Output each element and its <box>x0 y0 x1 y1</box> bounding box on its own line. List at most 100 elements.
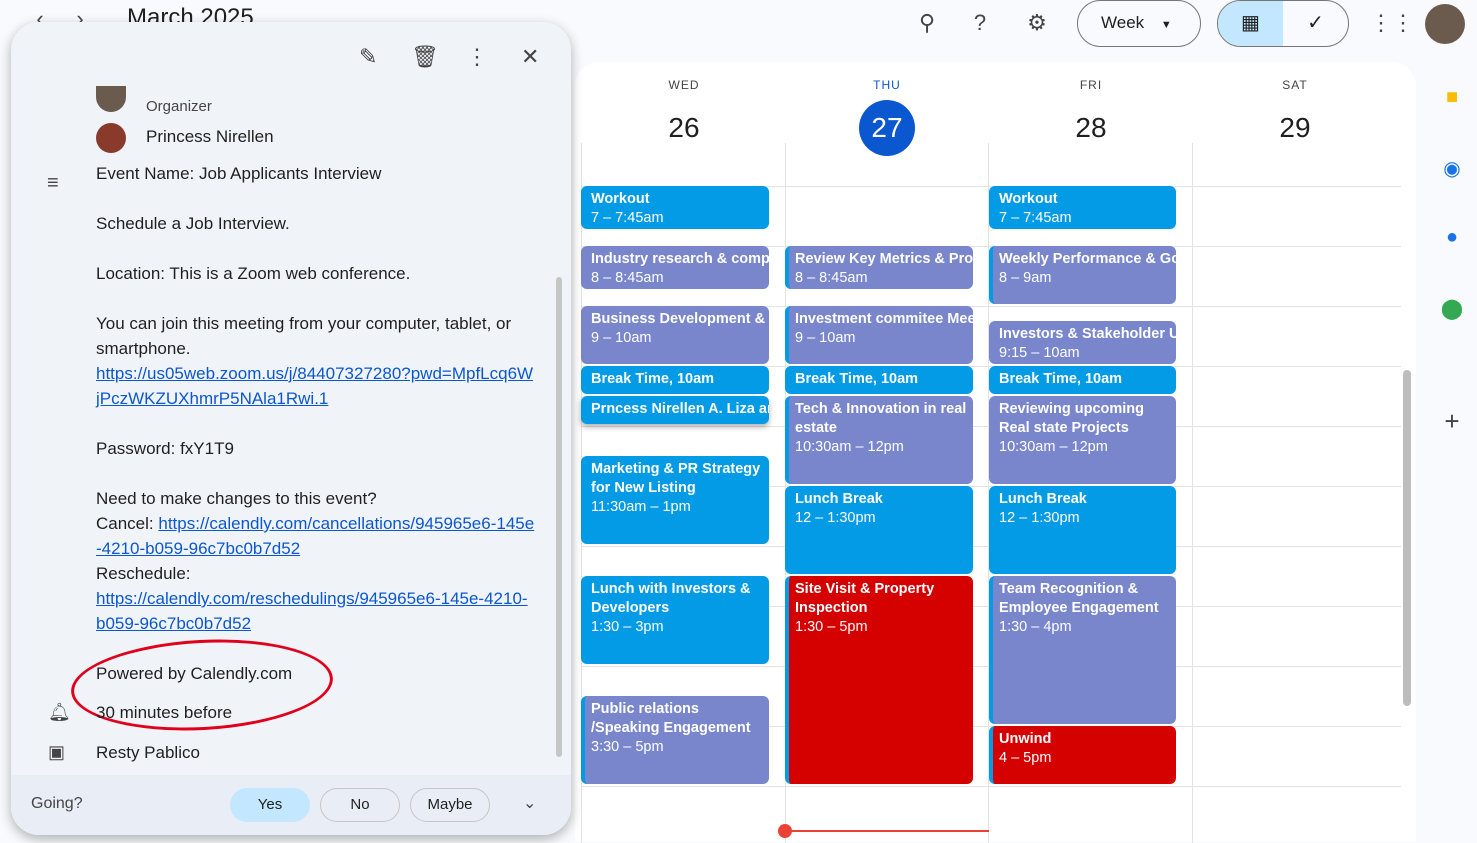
event-time: 1:30 – 4pm <box>999 619 1072 635</box>
organizer-avatar <box>96 86 126 112</box>
event-time: 4 – 5pm <box>999 750 1052 766</box>
desc-line: You can join this meeting from your comp… <box>96 314 512 358</box>
event-title: Investors & Stakeholder Updates <box>999 326 1176 342</box>
event-title: Break Time, 10am <box>795 371 919 387</box>
going-label: Going? <box>31 795 83 812</box>
current-time-dot <box>778 824 792 838</box>
event[interactable]: Public relations /Speaking Engagement 3:3… <box>581 696 769 784</box>
event-title: Team Recognition & Employee Engagement <box>999 581 1159 616</box>
tasks-icon[interactable]: ◉ <box>1440 156 1464 180</box>
hour-line <box>581 786 1401 787</box>
event-time: 8 – 9am <box>999 270 1052 286</box>
app-switch[interactable]: ▦ ✓ <box>1217 0 1349 47</box>
rsvp-yes-button[interactable]: Yes <box>230 788 310 822</box>
event[interactable]: Business Development & Networking 9 – 10a… <box>581 306 769 364</box>
event-title: Industry research & competitor analysis <box>591 251 769 267</box>
settings-gear-icon[interactable]: ⚙ <box>1022 8 1052 38</box>
event-title: Site Visit & Property Inspection <box>795 581 935 616</box>
event-title: Workout <box>591 191 650 207</box>
keep-icon[interactable]: ■ <box>1440 86 1464 110</box>
calendar-icon: ▣ <box>48 742 66 762</box>
grid-scrollbar[interactable] <box>1403 370 1411 706</box>
event[interactable]: Tech & Innovation in real estate 10:30am … <box>785 396 973 484</box>
event-time: 3:30 – 5pm <box>591 739 664 755</box>
apps-grid-icon[interactable]: ⋮⋮ <box>1370 8 1414 38</box>
rsvp-footer: Going? Yes No Maybe ⌄ <box>11 775 571 835</box>
event[interactable]: Break Time, 10am <box>581 366 769 394</box>
cancel-link[interactable]: https://calendly.com/cancellations/94596… <box>96 514 534 558</box>
event-title: Marketing & PR Strategy for New Listing <box>591 461 761 496</box>
account-avatar[interactable] <box>1425 4 1465 44</box>
day-header-wed[interactable]: WED 26 <box>584 78 784 156</box>
event-time: 1:30 – 3pm <box>591 619 664 635</box>
rsvp-maybe-button[interactable]: Maybe <box>410 788 490 822</box>
event[interactable]: Site Visit & Property Inspection 1:30 – 5… <box>785 576 973 784</box>
close-icon[interactable]: ✕ <box>521 44 539 70</box>
zoom-link[interactable]: https://us05web.zoom.us/j/84407327280?pw… <box>96 364 533 408</box>
event[interactable]: Lunch with Investors & Developers 1:30 – … <box>581 576 769 664</box>
event[interactable]: Lunch Break 12 – 1:30pm <box>989 486 1176 574</box>
tasks-check-icon[interactable]: ✓ <box>1283 1 1348 46</box>
event-time: 7 – 7:45am <box>591 210 664 226</box>
event-time: 7 – 7:45am <box>999 210 1072 226</box>
desc-line: Schedule a Job Interview. <box>96 214 290 233</box>
event-time: 1:30 – 5pm <box>795 619 868 635</box>
event[interactable]: Lunch Break 12 – 1:30pm <box>785 486 973 574</box>
event-time: 10:30am – 12pm <box>999 439 1108 455</box>
desc-line: Location: This is a Zoom web conference. <box>96 264 411 283</box>
event-time: 12 – 1:30pm <box>999 510 1080 526</box>
dropdown-caret-icon: ▼ <box>1160 19 1172 31</box>
event[interactable]: Reviewing upcoming Real state Projects 10… <box>989 396 1176 484</box>
search-icon[interactable]: ⚲ <box>912 8 942 38</box>
guest-avatar <box>96 123 126 153</box>
reschedule-link[interactable]: https://calendly.com/reschedulings/94596… <box>96 589 528 633</box>
day-header-thu[interactable]: THU 27 <box>787 78 987 156</box>
view-selector[interactable]: Week ▼ <box>1077 0 1201 47</box>
event-time: 9 – 10am <box>591 330 652 346</box>
day-number: 29 <box>1279 112 1311 143</box>
day-name: SAT <box>1282 78 1308 92</box>
help-icon[interactable]: ? <box>965 8 995 38</box>
event[interactable]: Workout 7 – 7:45am <box>581 186 769 229</box>
event-time: 9 – 10am <box>795 330 856 346</box>
event[interactable]: Workout 7 – 7:45am <box>989 186 1176 229</box>
password-text: Password: fxY1T9 <box>96 439 234 458</box>
event[interactable]: Team Recognition & Employee Engagement 1:… <box>989 576 1176 724</box>
event[interactable]: Unwind 4 – 5pm <box>989 726 1176 784</box>
day-name: WED <box>668 78 700 92</box>
current-time-line <box>785 830 989 832</box>
add-addon-icon[interactable]: + <box>1440 406 1464 436</box>
cancel-label: Cancel: <box>96 514 159 533</box>
day-header-sat[interactable]: SAT 29 <box>1195 78 1395 156</box>
event[interactable]: Weekly Performance & Goals 8 – 9am <box>989 246 1176 304</box>
event-title: Business Development & Networking <box>591 311 769 327</box>
popup-scrollbar[interactable] <box>556 277 562 757</box>
rsvp-no-button[interactable]: No <box>320 788 400 822</box>
event[interactable]: Investment commitee Meeting 9 – 10am <box>785 306 973 364</box>
day-number: 27 <box>859 100 915 156</box>
maps-icon[interactable]: ⬤ <box>1440 296 1464 320</box>
desc-line: Event Name: Job Applicants Interview <box>96 164 382 183</box>
desc-line: Need to make changes to this event? <box>96 489 377 508</box>
day-header-fri[interactable]: FRI 28 <box>991 78 1191 156</box>
event[interactable]: Investors & Stakeholder Updates 9:15 – 10… <box>989 321 1176 364</box>
contacts-icon[interactable]: ● <box>1440 226 1464 250</box>
event[interactable]: Industry research & competitor analysis 8… <box>581 246 769 289</box>
event-time: 11:30am – 1pm <box>591 499 691 515</box>
more-options-icon[interactable]: ⋮ <box>466 44 488 70</box>
event-selected[interactable]: Prncess Nirellen A. Liza and Resty Pabli… <box>581 396 769 424</box>
event[interactable]: Marketing & PR Strategy for New Listing 1… <box>581 456 769 544</box>
event[interactable]: Break Time, 10am <box>785 366 973 394</box>
event-time: 8 – 8:45am <box>591 270 664 286</box>
event-title: Unwind <box>999 731 1052 747</box>
rsvp-options-chevron-icon[interactable]: ⌄ <box>523 793 536 813</box>
delete-trash-icon[interactable]: 🗑 <box>411 44 439 70</box>
bell-icon: 🔔︎ <box>48 702 71 722</box>
view-label: Week <box>1101 13 1145 32</box>
event[interactable]: Review Key Metrics & Progress 8 – 8:45am <box>785 246 973 289</box>
event-title: Weekly Performance & Goals <box>999 251 1176 267</box>
event[interactable]: Break Time, 10am <box>989 366 1176 394</box>
edit-pencil-icon[interactable]: ✎ <box>359 44 377 70</box>
calendar-icon[interactable]: ▦ <box>1218 1 1283 46</box>
event-description: Event Name: Job Applicants Interview Sch… <box>96 161 536 711</box>
